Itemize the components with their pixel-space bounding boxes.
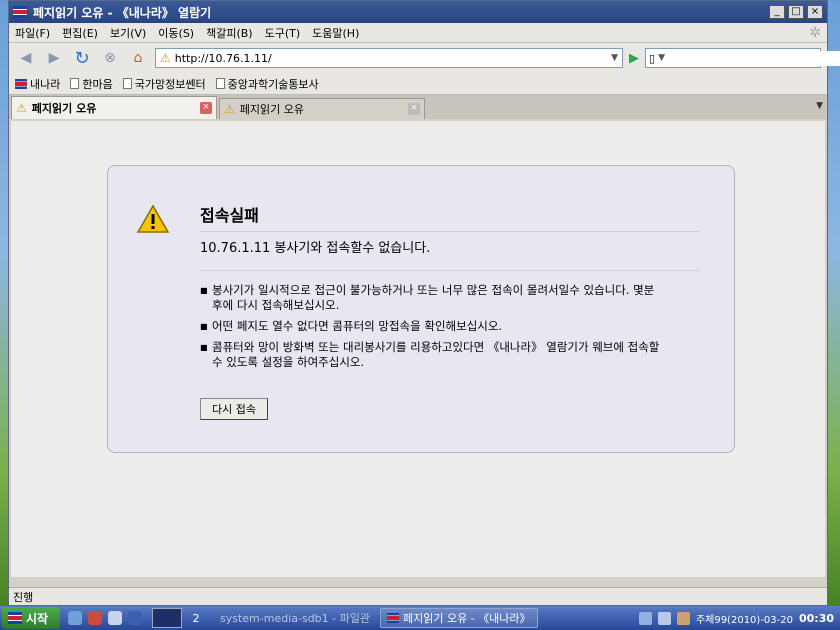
search-engine-dropdown-icon[interactable]: ▼ — [658, 53, 665, 63]
status-bar: 진행 — [9, 587, 827, 605]
error-panel: 접속실패 10.76.1.11 봉사기와 접속할수 없습니다. 봉사기가 일시적… — [107, 165, 735, 453]
taskbar: 시작 2 system-media-sdb1 - 파일관 페지읽기 오유 - 《… — [0, 606, 840, 630]
search-box[interactable]: ▯ ▼ ⌕ — [645, 48, 840, 68]
menu-file[interactable]: 파일(F) — [15, 25, 50, 41]
taskbar-item-file-manager[interactable]: system-media-sdb1 - 파일관 — [214, 608, 374, 628]
warning-icon — [136, 204, 170, 233]
start-button[interactable]: 시작 — [2, 607, 60, 629]
bookmark-item[interactable]: 내나라 — [15, 76, 60, 92]
page-content: 접속실패 10.76.1.11 봉사기와 접속할수 없습니다. 봉사기가 일시적… — [11, 121, 825, 577]
error-suggestions: 봉사기가 일시적으로 접근이 불가능하거나 또는 너무 많은 접속이 몰려서일수… — [200, 283, 660, 376]
search-engine-icon[interactable]: ▯ — [649, 52, 655, 65]
tab-strip: ⚠ 페지읽기 오유 × ⚠ 페지읽기 오유 × ▼ — [9, 95, 827, 119]
close-tab-icon[interactable]: × — [408, 103, 420, 115]
url-dropdown-icon[interactable]: ▼ — [611, 53, 618, 63]
menu-view[interactable]: 보기(V) — [110, 25, 146, 41]
flag-icon — [15, 78, 27, 89]
workspace-2[interactable]: 2 — [184, 608, 208, 628]
taskbar-item-label: system-media-sdb1 - 파일관 — [220, 612, 370, 625]
bookmark-label: 내나라 — [30, 77, 61, 91]
home-icon[interactable]: ⌂ — [127, 47, 149, 69]
menu-edit[interactable]: 편집(E) — [62, 25, 98, 41]
input-method-icon[interactable] — [676, 611, 690, 625]
list-item: 봉사기가 일시적으로 접근이 불가능하거나 또는 너무 많은 접속이 몰려서일수… — [200, 283, 660, 313]
clock[interactable]: 00:30 — [799, 612, 834, 625]
close-button[interactable]: × — [807, 5, 823, 19]
browser-window: 페지읽기 오유 - 《내나라》 열람기 _ □ × 파일(F) 편집(E) 보기… — [8, 0, 840, 606]
bookmark-label: 국가망정보쎈터 — [134, 77, 206, 91]
back-arrow-icon[interactable]: ◀ — [15, 47, 37, 69]
volume-icon[interactable] — [657, 611, 671, 625]
error-title: 접속실패 — [200, 202, 700, 232]
minimize-button[interactable]: _ — [769, 5, 785, 19]
launcher-icon[interactable] — [128, 611, 142, 625]
tab-label: 페지읽기 오유 — [31, 102, 97, 115]
page-icon — [70, 78, 80, 89]
flag-icon — [387, 613, 399, 623]
bookmark-item[interactable]: 중앙과학기술통보사 — [215, 76, 319, 92]
menu-bar: 파일(F) 편집(E) 보기(V) 이동(S) 책갈피(B) 도구(T) 도움말… — [9, 23, 827, 43]
bookmark-item[interactable]: 국가망정보쎈터 — [122, 76, 206, 92]
menu-tools[interactable]: 도구(T) — [265, 25, 301, 41]
launcher-icon[interactable] — [108, 611, 122, 625]
tab-list-arrow-icon[interactable]: ▼ — [816, 101, 823, 111]
workspace-1[interactable] — [152, 608, 182, 628]
flag-icon — [8, 612, 22, 624]
flag-icon — [13, 6, 27, 18]
go-icon[interactable]: ▶ — [629, 51, 639, 66]
launcher-icon[interactable] — [88, 611, 102, 625]
list-item: 콤퓨터와 망이 방화벽 또는 대리봉사기를 리용하고있다면 《내나라》 열람기가… — [200, 340, 660, 370]
bookmark-label: 중앙과학기술통보사 — [227, 77, 319, 91]
reload-icon[interactable]: ↻ — [71, 47, 93, 69]
bookmarks-toolbar: 내나라 한마음 국가망정보쎈터 중앙과학기술통보사 — [9, 73, 827, 95]
close-tab-icon[interactable]: × — [200, 102, 212, 114]
warning-icon: ⚠ — [224, 102, 235, 116]
status-text: 진행 — [13, 590, 34, 604]
taskbar-item-browser[interactable]: 페지읽기 오유 - 《내나라》 — [380, 608, 538, 628]
stop-icon[interactable]: ⊗ — [99, 47, 121, 69]
tab-label: 페지읽기 오유 — [239, 103, 304, 116]
menu-bookmarks[interactable]: 책갈피(B) — [206, 25, 253, 41]
network-icon[interactable] — [638, 611, 652, 625]
tab-error-2[interactable]: ⚠ 페지읽기 오유 × — [219, 98, 425, 119]
search-input[interactable] — [667, 50, 840, 66]
list-item: 어떤 페지도 열수 없다면 콤퓨터의 망접속을 확인해보십시오. — [200, 319, 660, 334]
bookmark-item[interactable]: 한마음 — [70, 76, 113, 92]
warning-icon: ⚠ — [16, 101, 27, 115]
start-label: 시작 — [26, 611, 49, 626]
page-icon — [215, 78, 225, 89]
forward-arrow-icon[interactable]: ▶ — [43, 47, 65, 69]
maximize-button[interactable]: □ — [788, 5, 804, 19]
bookmark-label: 한마음 — [82, 77, 113, 91]
tab-error-1[interactable]: ⚠ 페지읽기 오유 × — [11, 96, 217, 119]
page-icon — [122, 78, 132, 89]
navigation-toolbar: ◀ ▶ ↻ ⊗ ⌂ ⚠ ▼ ▶ ▯ ▼ ⌕ — [9, 43, 840, 73]
launcher-icon[interactable] — [68, 611, 82, 625]
title-bar[interactable]: 페지읽기 오유 - 《내나라》 열람기 _ □ × — [9, 1, 827, 23]
window-title: 페지읽기 오유 - 《내나라》 열람기 — [33, 5, 212, 20]
retry-button[interactable]: 다시 접속 — [200, 398, 268, 420]
url-input[interactable] — [174, 51, 608, 65]
error-message: 10.76.1.11 봉사기와 접속할수 없습니다. — [200, 237, 700, 271]
quick-launch — [68, 611, 142, 625]
system-tray: 주체99(2010)-03-20 00:30 — [638, 611, 840, 626]
throbber-icon: ✲ — [809, 24, 821, 41]
menu-help[interactable]: 도움말(H) — [312, 25, 359, 41]
date-display: 주체99(2010)-03-20 — [695, 614, 793, 626]
taskbar-item-label: 페지읽기 오유 - 《내나라》 — [403, 612, 531, 625]
menu-go[interactable]: 이동(S) — [158, 25, 194, 41]
url-bar[interactable]: ⚠ ▼ — [155, 48, 623, 68]
warning-icon: ⚠ — [160, 51, 171, 65]
